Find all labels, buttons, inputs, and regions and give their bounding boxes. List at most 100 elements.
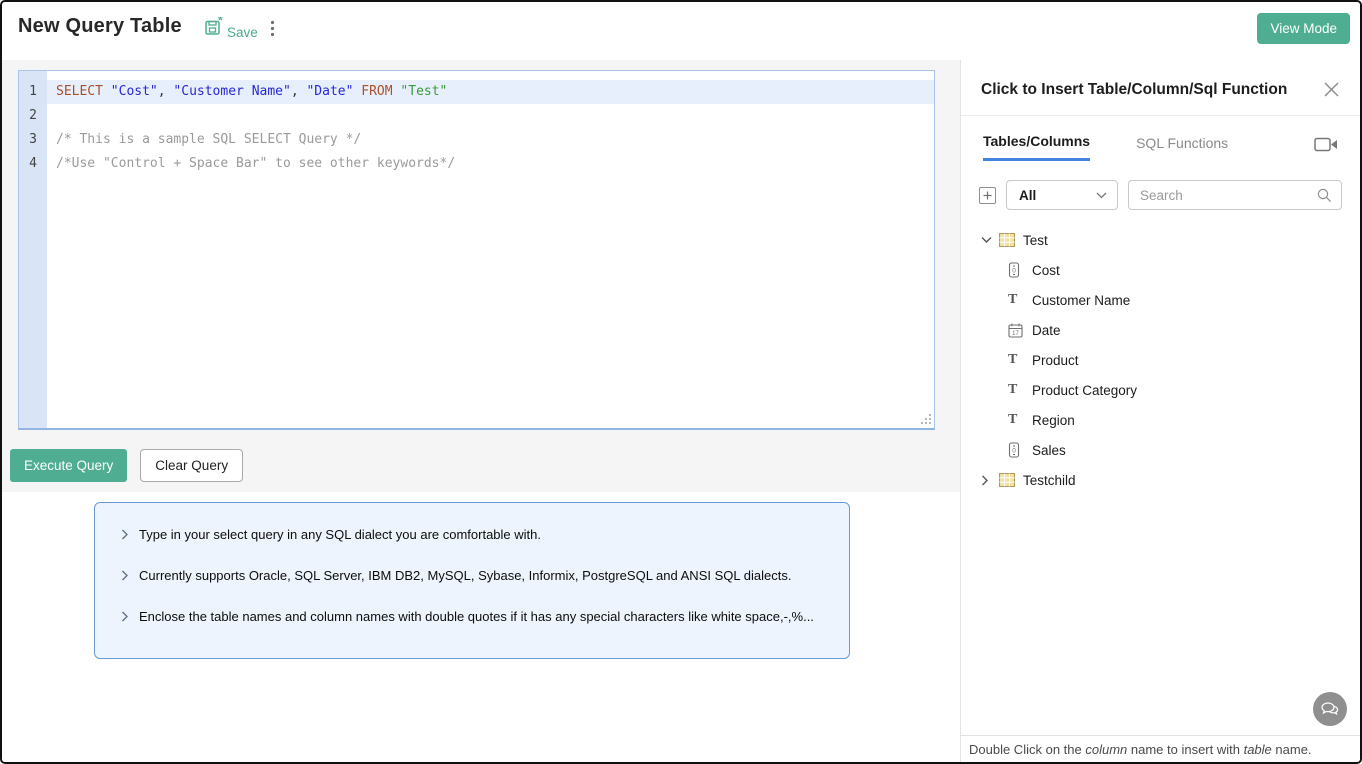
chevron-down-icon	[1096, 192, 1107, 199]
tree-node-label: Product Category	[1032, 383, 1137, 398]
tree-node-label: Product	[1032, 353, 1079, 368]
sql-token: FROM	[361, 84, 392, 99]
number-column-icon: 0	[1008, 442, 1032, 458]
code-line-3: /* This is a sample SQL SELECT Query */	[47, 128, 934, 152]
tree-node-column[interactable]: T Product Category	[981, 375, 1360, 405]
sql-tips-box: Type in your select query in any SQL dia…	[94, 502, 850, 659]
table-icon	[999, 473, 1023, 487]
tip-item: Currently supports Oracle, SQL Server, I…	[121, 568, 835, 583]
tree-node-label: Test	[1023, 233, 1048, 248]
svg-text:0: 0	[1012, 268, 1016, 275]
chevron-right-icon	[121, 570, 129, 581]
tip-text: Type in your select query in any SQL dia…	[139, 527, 541, 542]
tip-item: Type in your select query in any SQL dia…	[121, 527, 835, 542]
date-column-icon: 17	[1008, 323, 1032, 338]
code-line-1: SELECT "Cost", "Customer Name", "Date" F…	[47, 80, 934, 104]
sql-token: "Customer Name"	[173, 84, 290, 99]
text-column-icon: T	[1008, 382, 1032, 398]
editor-resize-handle[interactable]	[918, 412, 933, 427]
chat-support-button[interactable]	[1313, 692, 1347, 726]
search-field	[1128, 180, 1342, 210]
line-number: 2	[19, 104, 47, 128]
tree-node-label: Testchild	[1023, 473, 1076, 488]
search-icon	[1317, 188, 1332, 203]
panel-tabs: Tables/Columns SQL Functions	[961, 116, 1360, 161]
tree-node-column[interactable]: 0 Sales	[981, 435, 1360, 465]
line-number: 4	[19, 152, 47, 176]
view-mode-button[interactable]: View Mode	[1257, 13, 1350, 44]
tab-tables-columns[interactable]: Tables/Columns	[983, 133, 1090, 161]
svg-text:17: 17	[1012, 331, 1019, 337]
svg-text:0: 0	[1012, 448, 1016, 455]
chevron-right-icon	[121, 611, 129, 622]
sql-editor[interactable]: 1 2 3 4 SELECT "Cost", "Customer Name", …	[18, 70, 935, 430]
kebab-menu-icon	[270, 20, 275, 38]
search-input[interactable]	[1140, 188, 1317, 203]
video-tutorial-button[interactable]	[1314, 137, 1338, 158]
hint-table-word: table	[1244, 742, 1272, 757]
line-number-gutter: 1 2 3 4	[19, 71, 47, 428]
sql-token: "Test"	[400, 84, 447, 99]
save-label: Save	[227, 25, 258, 41]
page-title: New Query Table	[18, 15, 182, 38]
svg-text:*: *	[218, 17, 223, 28]
tree-node-column[interactable]: T Product	[981, 345, 1360, 375]
tree-node-label: Cost	[1032, 263, 1060, 278]
hint-column-word: column	[1085, 742, 1127, 757]
tree-node-label: Customer Name	[1032, 293, 1130, 308]
tip-item: Enclose the table names and column names…	[121, 609, 835, 624]
close-icon	[1323, 81, 1340, 98]
text-column-icon: T	[1008, 412, 1032, 428]
tree-node-column[interactable]: T Region	[981, 405, 1360, 435]
sql-token: "Cost"	[111, 84, 158, 99]
number-column-icon: 0	[1008, 262, 1032, 278]
insert-panel: Click to Insert Table/Column/Sql Functio…	[960, 60, 1360, 762]
insert-panel-title: Click to Insert Table/Column/Sql Functio…	[981, 81, 1287, 99]
save-icon: *	[204, 17, 224, 41]
tree-node-label: Sales	[1032, 443, 1066, 458]
code-line-4: /*Use "Control + Space Bar" to see other…	[47, 152, 934, 176]
clear-query-button[interactable]: Clear Query	[140, 449, 243, 482]
header: New Query Table * Save View Mode	[2, 2, 1360, 60]
tree-node-label: Date	[1032, 323, 1061, 338]
editor-background: 1 2 3 4 SELECT "Cost", "Customer Name", …	[2, 60, 960, 492]
line-number: 3	[19, 128, 47, 152]
chevron-right-icon	[121, 529, 129, 540]
tree-node-column[interactable]: 0 Cost	[981, 255, 1360, 285]
expand-all-button[interactable]	[979, 187, 996, 204]
sql-token: "Date"	[306, 84, 353, 99]
tree-node-column[interactable]: 17 Date	[981, 315, 1360, 345]
code-area[interactable]: SELECT "Cost", "Customer Name", "Date" F…	[47, 71, 934, 428]
execute-query-button[interactable]: Execute Query	[10, 449, 127, 482]
close-panel-button[interactable]	[1321, 79, 1342, 100]
query-table-app: New Query Table * Save View Mode	[0, 0, 1362, 764]
tree-node-table[interactable]: Test	[981, 225, 1360, 255]
line-number: 1	[19, 80, 47, 104]
table-filter-value: All	[1019, 188, 1096, 203]
chevron-down-icon[interactable]	[981, 236, 999, 244]
insert-panel-header: Click to Insert Table/Column/Sql Functio…	[961, 60, 1360, 116]
more-options-button[interactable]	[264, 18, 281, 45]
text-column-icon: T	[1008, 352, 1032, 368]
chevron-right-icon[interactable]	[981, 475, 999, 486]
tree-node-column[interactable]: T Customer Name	[981, 285, 1360, 315]
table-filter-dropdown[interactable]: All	[1006, 180, 1118, 210]
tip-text: Currently supports Oracle, SQL Server, I…	[139, 568, 791, 583]
panel-controls: All	[961, 161, 1360, 210]
video-camera-icon	[1314, 137, 1338, 152]
tree-node-label: Region	[1032, 413, 1075, 428]
tab-sql-functions[interactable]: SQL Functions	[1136, 135, 1228, 160]
text-column-icon: T	[1008, 292, 1032, 308]
query-editor-region: 1 2 3 4 SELECT "Cost", "Customer Name", …	[2, 60, 960, 762]
panel-hint: Double Click on the column name to inser…	[961, 735, 1360, 762]
tip-text: Enclose the table names and column names…	[139, 609, 814, 624]
chat-bubbles-icon	[1320, 701, 1340, 718]
plus-icon	[983, 191, 992, 200]
tree-node-table[interactable]: Testchild	[981, 465, 1360, 495]
editor-actions: Execute Query Clear Query	[10, 449, 243, 482]
table-icon	[999, 233, 1023, 247]
sql-token: SELECT	[56, 84, 103, 99]
save-button[interactable]: * Save	[204, 17, 258, 41]
code-line-2	[47, 104, 934, 128]
tables-tree: Test 0 Cost T Customer Name	[961, 210, 1360, 495]
